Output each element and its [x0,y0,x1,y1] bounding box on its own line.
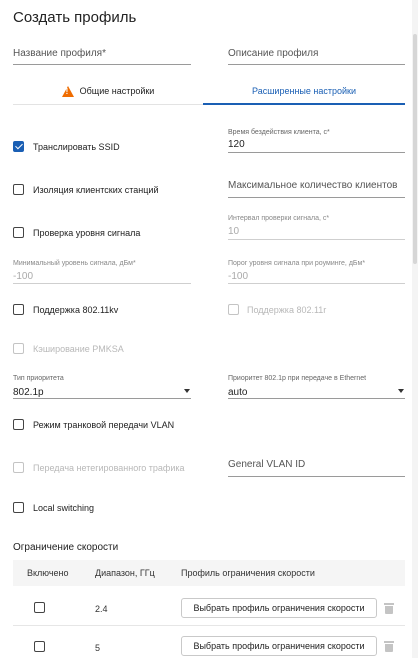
max-clients-field[interactable]: Максимальное количество клиентов [228,180,397,191]
chevron-down-icon[interactable] [184,389,190,393]
roaming-threshold-value: -100 [228,271,249,282]
idle-time-underline [228,152,405,153]
select-rate-profile-button[interactable]: Выбрать профиль ограничения скорости [181,636,377,656]
row-enabled-checkbox[interactable] [34,641,45,652]
priority-type-label: Тип приоритета [13,375,64,382]
profile-description-field[interactable]: Описание профиля [228,48,318,59]
priority-type-underline [13,398,191,399]
roaming-threshold-underline [228,283,405,284]
local-switching-label: Local switching [33,503,95,513]
ethernet-priority-label: Приоритет 802.1p при передаче в Ethernet [228,375,367,382]
column-band: Диапазон, ГГц [95,568,155,578]
trash-icon[interactable] [384,603,394,614]
tab-general-label: Общие настройки [79,86,155,96]
profile-name-label: Название профиля* [13,48,106,59]
broadcast-ssid-checkbox[interactable] [13,141,24,152]
idle-time-required: * [327,129,330,136]
scrollbar-thumb[interactable] [413,34,417,264]
profile-description-label: Описание профиля [228,48,319,59]
table-row: 5 Выбрать профиль ограничения скорости [13,626,405,658]
signal-interval-label: Интервал проверки сигнала, с [228,215,327,222]
idle-time-label: Время бездействия клиента, с [228,129,327,136]
dialog-title: Создать профиль [13,9,137,26]
idle-time-field[interactable]: Время бездействия клиента, с* 120 [228,129,330,150]
ethernet-priority-value: auto [228,387,248,398]
table-row: 2.4 Выбрать профиль ограничения скорости [13,590,405,626]
trash-icon[interactable] [384,641,394,652]
min-signal-field[interactable]: Минимальный уровень сигнала, дБм* -100 [13,260,136,282]
pmksa-caching-checkbox [13,343,24,354]
signal-interval-required: * [326,215,330,222]
client-isolation-label: Изоляция клиентских станций [33,185,159,195]
active-tab-indicator [203,103,405,105]
min-signal-underline [13,283,191,284]
profile-name-underline [13,64,191,65]
untagged-traffic-label: Передача нетегированного трафика [33,463,185,473]
profile-name-field[interactable]: Название профиля* [13,48,106,59]
tab-general-settings[interactable]: Общие настройки [13,78,203,104]
vlan-trunk-label: Режим транковой передачи VLAN [33,420,175,430]
signal-interval-field[interactable]: Интервал проверки сигнала, с* 10 [228,215,329,237]
client-isolation-checkbox[interactable] [13,184,24,195]
general-vlan-field[interactable]: General VLAN ID [228,459,305,470]
idle-time-value: 120 [228,139,245,150]
signal-interval-underline [228,239,405,240]
settings-tabs: Общие настройки Расширенные настройки [13,78,405,104]
general-vlan-underline [228,476,405,477]
roaming-threshold-required: * [362,260,366,267]
max-clients-placeholder: Максимальное количество клиентов [228,180,398,191]
column-enabled: Включено [27,568,69,578]
pmksa-caching-label: Кэширование PMKSA [33,344,124,354]
support-80211kv-checkbox[interactable] [13,304,24,315]
min-signal-label: Минимальный уровень сигнала, дБм [13,260,133,267]
select-rate-profile-button[interactable]: Выбрать профиль ограничения скорости [181,598,377,618]
rate-limit-table-header: Включено Диапазон, ГГц Профиль ограничен… [13,560,405,586]
max-clients-underline [228,197,405,198]
untagged-traffic-checkbox [13,462,24,473]
chevron-down-icon[interactable] [398,389,404,393]
column-rate-profile: Профиль ограничения скорости [181,568,315,578]
broadcast-ssid-label: Транслировать SSID [33,142,120,152]
rate-limit-title: Ограничение скорости [13,542,119,553]
ethernet-priority-select[interactable]: Приоритет 802.1p при передаче в Ethernet… [228,375,366,398]
create-profile-dialog: Создать профиль Название профиля* Описан… [0,0,412,658]
local-switching-checkbox[interactable] [13,502,24,513]
ethernet-priority-underline [228,398,405,399]
general-vlan-placeholder: General VLAN ID [228,459,306,470]
priority-type-select[interactable]: Тип приоритета 802.1p [13,375,64,398]
row-enabled-checkbox[interactable] [34,602,45,613]
tab-advanced-label: Расширенные настройки [252,86,356,96]
profile-description-underline [228,64,405,65]
support-80211kv-label: Поддержка 802.11kv [33,305,119,315]
support-80211r-label: Поддержка 802.11r [247,305,327,315]
signal-check-checkbox[interactable] [13,227,24,238]
support-80211r-checkbox [228,304,239,315]
row-band: 5 [95,643,101,653]
roaming-threshold-label: Порог уровня сигнала при роуминге, дБм [228,260,363,267]
scrollbar[interactable] [412,0,418,658]
signal-interval-value: 10 [228,226,240,237]
tab-advanced-settings[interactable]: Расширенные настройки [203,78,405,104]
signal-check-label: Проверка уровня сигнала [33,228,141,238]
priority-type-value: 802.1p [13,387,44,398]
warning-icon [61,85,74,97]
roaming-threshold-field[interactable]: Порог уровня сигнала при роуминге, дБм* … [228,260,365,282]
min-signal-required: * [132,260,136,267]
min-signal-value: -100 [13,271,34,282]
row-band: 2.4 [95,604,108,614]
vlan-trunk-checkbox[interactable] [13,419,24,430]
